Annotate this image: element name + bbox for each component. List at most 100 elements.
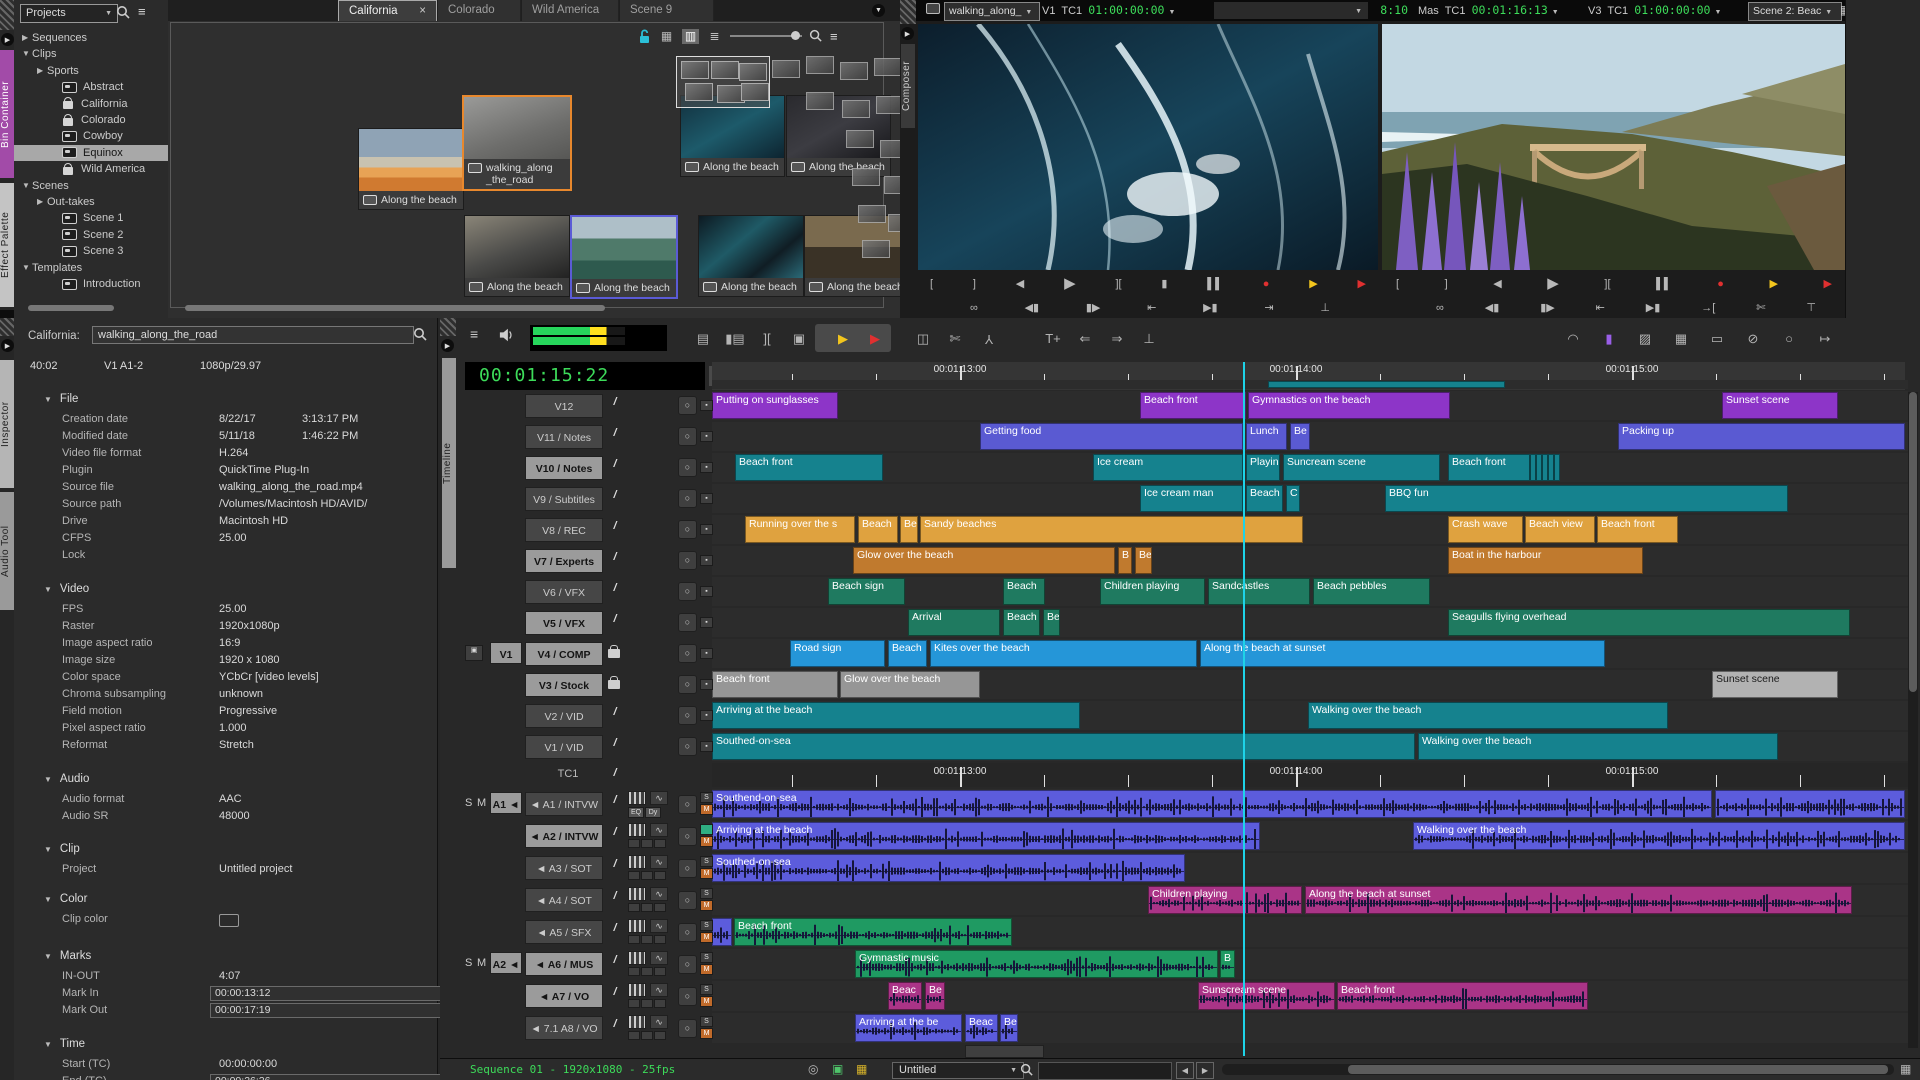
nudge-right-icon[interactable]: ⇒ xyxy=(1104,326,1130,352)
trim-mode-icon[interactable]: ][ xyxy=(754,326,780,352)
section-header-video[interactable]: ▼Video xyxy=(44,583,89,595)
play-icon[interactable]: ▶ xyxy=(1064,274,1076,294)
go-to-in-icon[interactable]: ⇤ xyxy=(1596,298,1605,318)
solo-button[interactable]: S xyxy=(700,984,713,995)
track-v4-comp-select[interactable]: V4 / COMP xyxy=(525,642,603,666)
timeline-clip[interactable]: Southed-on-sea xyxy=(712,733,1415,760)
track-monitor-box[interactable]: ▪ xyxy=(700,617,713,628)
pencil-icon[interactable]: / xyxy=(607,396,623,408)
timeline-clip[interactable]: Beach xyxy=(888,640,927,667)
timeline-expand-icon[interactable]: ▶ xyxy=(441,339,454,352)
waveform-tool-icon[interactable] xyxy=(628,823,646,837)
track-7-1-a8-vo-select[interactable]: ◄ 7.1 A8 / VO xyxy=(525,1016,603,1040)
circle-tool-icon[interactable]: ○ xyxy=(1776,326,1802,352)
eq-badge[interactable]: EQ xyxy=(628,807,644,818)
track-power-button[interactable]: ○ xyxy=(678,396,697,415)
timeline-clip[interactable]: Running over the s xyxy=(745,516,855,543)
track-monitor-box[interactable]: ▪ xyxy=(700,493,713,504)
sidebar-item-out-takes[interactable]: ▶Out-takes xyxy=(14,194,191,210)
source-monitor-video[interactable] xyxy=(918,24,1378,270)
timeline-clip[interactable]: Be xyxy=(900,516,918,543)
cut-icon[interactable]: ✄ xyxy=(942,326,968,352)
track-power-button[interactable]: ○ xyxy=(678,458,697,477)
sidebar-item-sequences[interactable]: ▶Sequences xyxy=(14,30,176,46)
search-icon[interactable] xyxy=(809,29,823,43)
timeline-clip[interactable]: Beach front xyxy=(1597,516,1678,543)
track-power-button[interactable]: ○ xyxy=(678,520,697,539)
automation-tool-icon[interactable]: ∿ xyxy=(650,887,668,901)
track-power-button[interactable]: ○ xyxy=(678,891,697,910)
track-monitor-box[interactable]: ▪ xyxy=(700,710,713,721)
bin-menu-icon[interactable]: ≡ xyxy=(830,29,838,44)
sidebar-item-clips[interactable]: ▼Clips xyxy=(14,46,176,62)
mute-button[interactable]: M xyxy=(700,836,713,847)
timeline-clip[interactable]: Getting food xyxy=(980,423,1243,450)
track-power-button[interactable]: ○ xyxy=(678,489,697,508)
solo-label[interactable]: S xyxy=(465,957,472,969)
track-monitor-box[interactable]: ▪ xyxy=(700,400,713,411)
timeline-search-input[interactable] xyxy=(1038,1062,1172,1080)
pencil-icon[interactable]: / xyxy=(607,706,623,718)
timeline-clip[interactable]: Packing up xyxy=(1618,423,1905,450)
pencil-icon[interactable]: / xyxy=(607,826,623,838)
thumbnail-size-slider[interactable] xyxy=(730,35,802,37)
pencil-icon[interactable]: / xyxy=(607,954,623,966)
waveform-tool-icon[interactable] xyxy=(628,983,646,997)
pencil-icon[interactable]: / xyxy=(607,922,623,934)
bin-hscrollbar[interactable] xyxy=(185,305,605,311)
timeline-clip[interactable]: Sunset scene xyxy=(1712,671,1838,698)
timeline-clip[interactable]: Walking over the beach xyxy=(1413,822,1905,850)
panel-expand-icon[interactable]: ▶ xyxy=(1,339,14,352)
solo-button[interactable]: S xyxy=(700,792,713,803)
timeline-drag-handle[interactable] xyxy=(440,318,456,336)
scroll-right-icon[interactable]: ▶ xyxy=(1196,1062,1214,1079)
solo-button[interactable]: S xyxy=(700,1016,713,1027)
track-power-button[interactable]: ○ xyxy=(678,644,697,663)
property-input[interactable]: 00:00:13:12 xyxy=(210,986,458,1001)
property-input[interactable]: 00:00:26:26 xyxy=(210,1074,458,1080)
record-monitor-icon[interactable]: ▣ xyxy=(465,645,483,661)
timeline-clip[interactable]: Be xyxy=(1043,609,1060,636)
timeline-clip[interactable]: Sandy beaches xyxy=(920,516,1303,543)
collapse-icon[interactable]: ⊥ xyxy=(1136,326,1162,352)
timeline-clip[interactable]: Southed-on-sea xyxy=(712,854,1185,882)
timeline-clip[interactable]: Be xyxy=(925,982,945,1010)
mark-clip-icon[interactable]: ][ xyxy=(1604,274,1610,294)
mark-in-icon[interactable]: [ xyxy=(930,274,933,294)
focus-icon[interactable]: ▤ xyxy=(690,326,716,352)
solo-button[interactable] xyxy=(700,824,713,835)
automation-tool-icon[interactable]: ∿ xyxy=(650,951,668,965)
pencil-icon[interactable]: / xyxy=(607,551,623,563)
mute-button[interactable]: M xyxy=(700,804,713,815)
timeline-clip[interactable]: Arriving at the beach xyxy=(712,702,1080,729)
scroll-left-icon[interactable]: ◀ xyxy=(1176,1062,1194,1079)
timeline-clip[interactable]: B xyxy=(1220,950,1235,978)
timeline-clip[interactable]: Sunscream scene xyxy=(1198,982,1335,1010)
hamburger-menu-icon[interactable]: ≡ xyxy=(138,4,146,19)
segment-overwrite-icon[interactable]: ▶ xyxy=(862,326,888,352)
mute-label[interactable]: M xyxy=(477,797,486,809)
link-icon[interactable]: ∞ xyxy=(1436,298,1444,318)
section-header-color[interactable]: ▼Color xyxy=(44,893,87,905)
track-monitor-box[interactable]: ▪ xyxy=(700,462,713,473)
match-frame-icon[interactable]: ◫ xyxy=(910,326,936,352)
timeline-menu-icon[interactable]: ≡ xyxy=(470,326,478,342)
export-icon[interactable]: ↦ xyxy=(1812,326,1838,352)
loop-icon[interactable]: ◎ xyxy=(808,1062,818,1076)
waveform-tool-icon[interactable] xyxy=(628,855,646,869)
timeline-clip[interactable]: Lunch xyxy=(1246,423,1287,450)
track-power-button[interactable]: ○ xyxy=(678,955,697,974)
pattern-icon[interactable]: ▨ xyxy=(1632,326,1658,352)
palette-icon[interactable]: ▦ xyxy=(856,1062,867,1076)
search-icon[interactable] xyxy=(116,5,131,20)
pencil-icon[interactable]: / xyxy=(607,986,623,998)
mute-label[interactable]: M xyxy=(477,957,486,969)
track-monitor-box[interactable]: ▪ xyxy=(700,555,713,566)
track-power-button[interactable]: ○ xyxy=(678,675,697,694)
timeline-clip[interactable]: Crash wave xyxy=(1448,516,1523,543)
solo-button[interactable]: S xyxy=(700,952,713,963)
track-v6-vfx-select[interactable]: V6 / VFX xyxy=(525,580,603,604)
timeline-clip[interactable]: Seagulls flying overhead xyxy=(1448,609,1850,636)
timeline-clip[interactable]: Beac xyxy=(888,982,922,1010)
timeline-clip[interactable]: Ice cream man xyxy=(1140,485,1243,512)
